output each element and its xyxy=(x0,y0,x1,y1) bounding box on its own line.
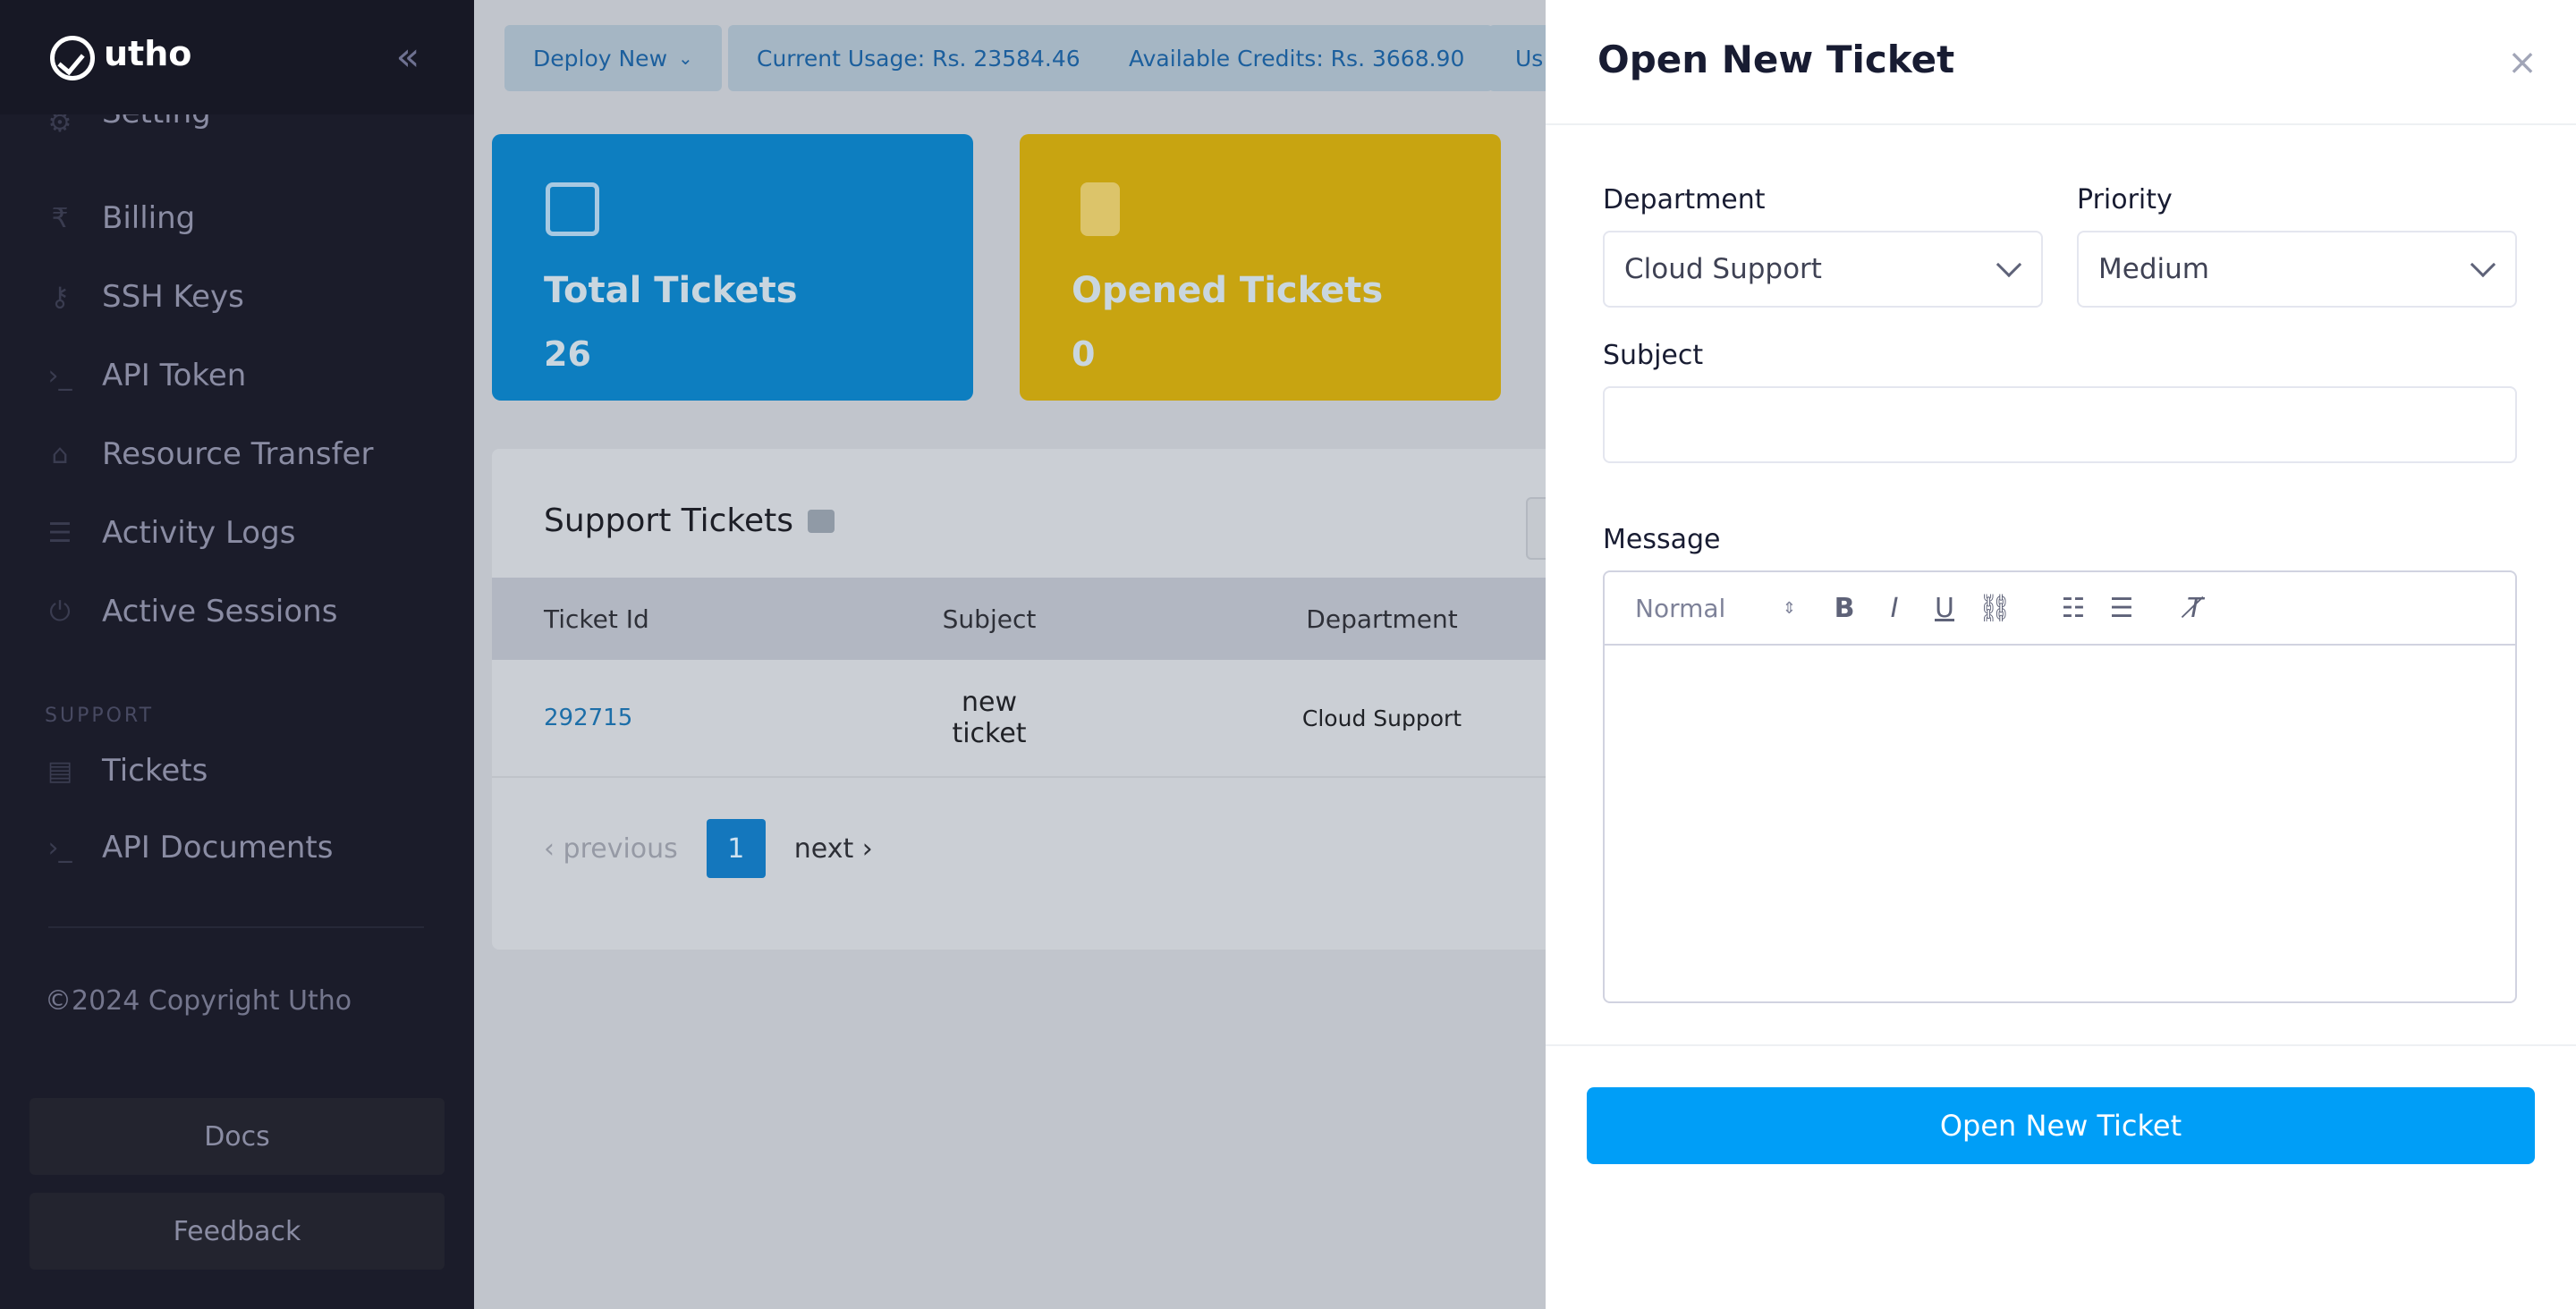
card-count: 26 xyxy=(544,334,591,374)
priority-value: Medium xyxy=(2098,253,2209,285)
table-header: Ticket Id Subject Department xyxy=(492,578,1547,660)
message-editor: Normal ⇕ B I U ⛓ ☷ ☰ T̸ xyxy=(1603,570,2517,1003)
main-content: Deploy New ⌄ Current Usage: Rs. 23584.46… xyxy=(474,0,1547,1309)
sidebar-item-billing[interactable]: ₹ Billing xyxy=(45,191,195,245)
usage-button-partial[interactable]: Us xyxy=(1488,25,1547,91)
page-1-button[interactable]: 1 xyxy=(706,819,766,878)
terminal-icon: ›_ xyxy=(47,359,72,392)
italic-icon[interactable]: I xyxy=(1877,590,1912,626)
chevron-down-icon xyxy=(1996,251,2022,278)
sidebar-item-label: Setting xyxy=(102,114,211,131)
ordered-list-icon[interactable]: ☷ xyxy=(2055,590,2091,626)
support-section-label: SUPPORT xyxy=(45,705,155,727)
bullet-list-icon[interactable]: ☰ xyxy=(2104,590,2140,626)
priority-select[interactable]: Medium xyxy=(2077,231,2517,308)
format-value: Normal xyxy=(1635,593,1726,623)
subject-label: Subject xyxy=(1603,340,1704,371)
close-icon[interactable]: × xyxy=(2504,45,2540,80)
column-header-department[interactable]: Department xyxy=(1297,604,1467,634)
docs-button[interactable]: Docs xyxy=(30,1098,445,1175)
open-ticket-drawer: Open New Ticket × Department Cloud Suppo… xyxy=(1546,0,2576,1309)
previous-page-link[interactable]: ‹ previous xyxy=(544,833,678,865)
drawer-header: Open New Ticket × xyxy=(1546,0,2576,125)
sidebar-item-label: API Token xyxy=(102,358,247,393)
sidebar-item-api-token[interactable]: ›_ API Token xyxy=(45,349,247,402)
key-icon: ⚷ xyxy=(50,281,70,313)
sidebar-item-ssh-keys[interactable]: ⚷ SSH Keys xyxy=(45,270,244,324)
open-new-ticket-button[interactable]: Open New Ticket xyxy=(1587,1087,2535,1164)
panel-title: Support Tickets xyxy=(544,502,794,539)
chevron-down-icon: ⌄ xyxy=(678,47,693,69)
sidebar-item-label: Billing xyxy=(102,200,196,236)
deploy-new-label: Deploy New xyxy=(533,45,668,72)
chat-icon xyxy=(808,509,835,533)
drawer-footer-divider xyxy=(1546,1044,2576,1046)
terminal-icon: ›_ xyxy=(47,832,72,864)
gear-icon: ⚙ xyxy=(47,114,72,139)
message-text-area[interactable] xyxy=(1605,646,2515,1001)
sidebar-item-label: Resource Transfer xyxy=(102,436,374,472)
card-title: Opened Tickets xyxy=(1072,270,1384,311)
updown-icon: ⇕ xyxy=(1782,598,1796,618)
card-count: 0 xyxy=(1072,334,1096,374)
support-tickets-title: Support Tickets xyxy=(544,502,835,539)
sidebar-item-label: API Documents xyxy=(102,830,334,866)
subject-input[interactable] xyxy=(1603,386,2517,463)
format-select[interactable]: Normal ⇕ xyxy=(1635,590,1796,626)
available-credits-button[interactable]: Available Credits: Rs. 3668.90 xyxy=(1100,25,1494,91)
sidebar-divider xyxy=(48,926,424,928)
editor-toolbar: Normal ⇕ B I U ⛓ ☷ ☰ T̸ xyxy=(1605,572,2515,646)
logo-icon xyxy=(50,36,95,80)
ticket-icon: ▤ xyxy=(47,755,73,787)
sidebar-item-label: Activity Logs xyxy=(102,515,296,551)
transfer-icon: ⌂ xyxy=(51,438,69,470)
sliders-icon: ☰ xyxy=(47,517,72,549)
ticket-subject: new ticket xyxy=(952,687,1027,749)
support-tickets-panel: Support Tickets Ticket Id Subject Depart… xyxy=(492,449,1547,950)
priority-label: Priority xyxy=(2077,184,2173,215)
sidebar-brand: utho « xyxy=(0,0,474,114)
next-page-link[interactable]: next › xyxy=(794,833,873,865)
sidebar-item-setting[interactable]: ⚙ Setting xyxy=(45,114,211,157)
edit-icon xyxy=(546,182,599,236)
department-value: Cloud Support xyxy=(1624,253,1822,285)
message-label: Message xyxy=(1603,524,1721,555)
sidebar-item-label: Tickets xyxy=(102,753,208,789)
brand-name: utho xyxy=(104,34,192,73)
feedback-button[interactable]: Feedback xyxy=(30,1193,445,1270)
pagination: ‹ previous 1 next › xyxy=(544,819,873,878)
sidebar-item-active-sessions[interactable]: ⏻ Active Sessions xyxy=(45,585,337,638)
opened-tickets-card[interactable]: Opened Tickets 0 xyxy=(1020,134,1501,401)
rupee-icon: ₹ xyxy=(51,202,69,234)
collapse-sidebar-icon[interactable]: « xyxy=(390,38,426,77)
sidebar-item-resource-transfer[interactable]: ⌂ Resource Transfer xyxy=(45,427,373,481)
column-header-ticket-id[interactable]: Ticket Id xyxy=(544,604,649,634)
drawer-title: Open New Ticket xyxy=(1597,38,1955,81)
bold-icon[interactable]: B xyxy=(1826,590,1862,626)
sidebar-item-tickets[interactable]: ▤ Tickets xyxy=(45,744,208,798)
search-input[interactable] xyxy=(1526,497,1547,560)
deploy-new-button[interactable]: Deploy New ⌄ xyxy=(504,25,722,91)
ticket-id-link[interactable]: 292715 xyxy=(544,705,632,731)
sidebar: utho « ⚙ Setting ₹ Billing ⚷ SSH Keys ›_… xyxy=(0,0,474,1309)
card-title: Total Tickets xyxy=(544,270,798,311)
underline-icon[interactable]: U xyxy=(1927,590,1962,626)
clear-format-icon[interactable]: T̸ xyxy=(2177,590,2213,626)
refresh-file-icon xyxy=(1080,182,1120,236)
total-tickets-card[interactable]: Total Tickets 26 xyxy=(492,134,973,401)
link-icon[interactable]: ⛓ xyxy=(1977,590,2012,626)
ticket-department: Cloud Support xyxy=(1301,705,1462,731)
department-label: Department xyxy=(1603,184,1766,215)
table-row[interactable]: 292715 new ticket Cloud Support xyxy=(492,660,1547,778)
copyright-text: ©2024 Copyright Utho xyxy=(45,985,352,1017)
sidebar-item-activity-logs[interactable]: ☰ Activity Logs xyxy=(45,506,296,560)
department-select[interactable]: Cloud Support xyxy=(1603,231,2043,308)
sidebar-item-label: Active Sessions xyxy=(102,594,338,629)
sidebar-item-label: SSH Keys xyxy=(102,279,244,315)
sidebar-item-api-documents[interactable]: ›_ API Documents xyxy=(45,821,334,874)
chevron-down-icon xyxy=(2470,251,2496,278)
column-header-subject[interactable]: Subject xyxy=(923,604,1055,634)
power-icon: ⏻ xyxy=(49,595,71,628)
current-usage-button[interactable]: Current Usage: Rs. 23584.46 xyxy=(728,25,1109,91)
